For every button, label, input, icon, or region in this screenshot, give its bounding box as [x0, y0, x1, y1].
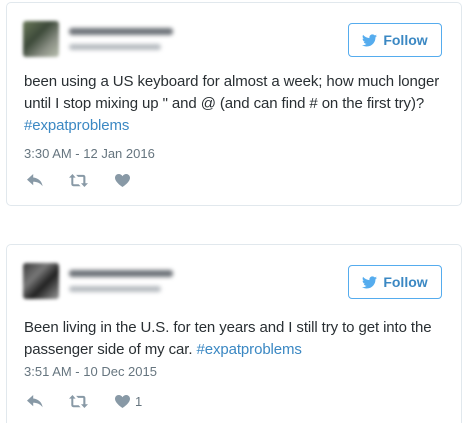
twitter-bird-icon: [362, 33, 378, 46]
like-count: 1: [135, 394, 143, 409]
retweet-button[interactable]: [69, 174, 89, 187]
heart-icon: [115, 174, 130, 187]
hashtag-link[interactable]: #expatproblems: [24, 117, 129, 134]
hashtag-link[interactable]: #expatproblems: [197, 341, 302, 358]
like-button[interactable]: [115, 174, 135, 187]
tweet-text: been using a US keyboard for almost a we…: [24, 71, 449, 137]
like-button[interactable]: 1: [115, 394, 142, 409]
reply-icon: [27, 395, 43, 408]
author-handle-blurred[interactable]: [69, 44, 161, 50]
avatar[interactable]: [23, 263, 59, 299]
retweet-icon: [69, 395, 88, 408]
reply-icon: [27, 174, 43, 187]
author-handle-blurred[interactable]: [69, 286, 161, 292]
tweet-card: Follow Been living in the U.S. for ten y…: [6, 244, 462, 423]
follow-button-label: Follow: [383, 32, 428, 48]
retweet-button[interactable]: [69, 395, 89, 408]
follow-button[interactable]: Follow: [348, 23, 442, 57]
tweet-text: Been living in the U.S. for ten years an…: [24, 317, 449, 361]
heart-icon: [115, 395, 130, 408]
reply-button[interactable]: [27, 395, 43, 408]
avatar[interactable]: [23, 21, 59, 57]
tweet-timestamp[interactable]: 3:30 AM - 12 Jan 2016: [24, 146, 155, 161]
tweet-timestamp[interactable]: 3:51 AM - 10 Dec 2015: [24, 364, 157, 379]
reply-button[interactable]: [27, 174, 43, 187]
author-name-blurred[interactable]: [69, 28, 173, 35]
twitter-bird-icon: [362, 275, 378, 288]
tweet-actions: 1: [27, 394, 168, 409]
tweet-actions: [27, 174, 161, 187]
author-name-blurred[interactable]: [69, 270, 173, 277]
retweet-icon: [69, 174, 88, 187]
follow-button-label: Follow: [383, 274, 428, 290]
tweet-card: Follow been using a US keyboard for almo…: [6, 2, 462, 206]
tweet-text-body: been using a US keyboard for almost a we…: [24, 73, 440, 112]
follow-button[interactable]: Follow: [348, 265, 442, 299]
